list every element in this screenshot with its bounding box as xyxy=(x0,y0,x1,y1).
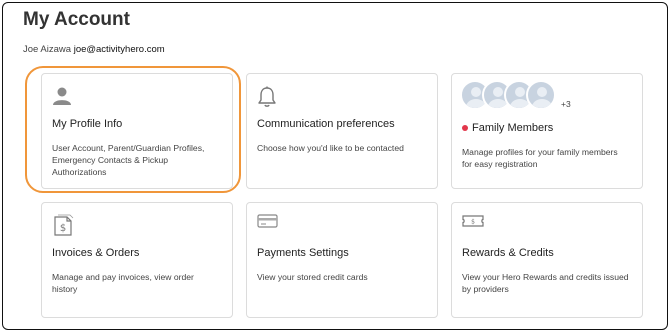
payments-settings-card[interactable]: Payments Settings View your stored credi… xyxy=(246,202,438,318)
svg-text:$: $ xyxy=(471,219,475,226)
person-icon xyxy=(52,86,72,111)
extra-members-count: +3 xyxy=(561,99,571,109)
avatar xyxy=(526,80,556,110)
account-identity: Joe Aizawa joe@activityhero.com xyxy=(23,44,165,55)
card-description: View your stored credit cards xyxy=(257,272,368,282)
card-title: My Profile Info xyxy=(52,118,123,130)
communication-preferences-card[interactable]: Communication preferences Choose how you… xyxy=(246,73,438,189)
svg-text:$: $ xyxy=(60,223,66,234)
card-description: Manage and pay invoices, view order hist… xyxy=(52,272,194,294)
credit-card-icon xyxy=(257,213,279,234)
account-page: My Account Joe Aizawa joe@activityhero.c… xyxy=(2,2,668,330)
user-name: Joe Aizawa xyxy=(23,44,72,55)
ticket-icon: $ xyxy=(462,213,484,234)
card-description: View your Hero Rewards and credits issue… xyxy=(462,272,629,294)
rewards-credits-card[interactable]: $ Rewards & Credits View your Hero Rewar… xyxy=(451,202,643,318)
card-title: Rewards & Credits xyxy=(462,247,554,259)
invoice-icon: $ xyxy=(52,213,74,242)
bell-icon xyxy=(257,86,277,113)
card-title: Invoices & Orders xyxy=(52,247,140,259)
avatar-group-icon: +3 xyxy=(460,80,571,110)
card-description: Choose how you'd like to be contacted xyxy=(257,143,404,153)
card-title: Communication preferences xyxy=(257,118,395,130)
page-title: My Account xyxy=(23,9,130,30)
card-title: Payments Settings xyxy=(257,247,349,259)
user-email: joe@activityhero.com xyxy=(73,44,165,55)
card-title: Family Members xyxy=(472,122,554,134)
card-description: Manage profiles for your family members … xyxy=(462,147,618,169)
invoices-orders-card[interactable]: $ Invoices & Orders Manage and pay invoi… xyxy=(41,202,233,318)
family-members-card[interactable]: +3 Family Members Manage profiles for yo… xyxy=(451,73,643,189)
family-title-row: Family Members xyxy=(462,122,553,134)
notification-dot xyxy=(462,125,468,131)
card-description: User Account, Parent/Guardian Profiles, … xyxy=(52,143,205,177)
profile-info-card[interactable]: My Profile Info User Account, Parent/Gua… xyxy=(41,73,233,189)
